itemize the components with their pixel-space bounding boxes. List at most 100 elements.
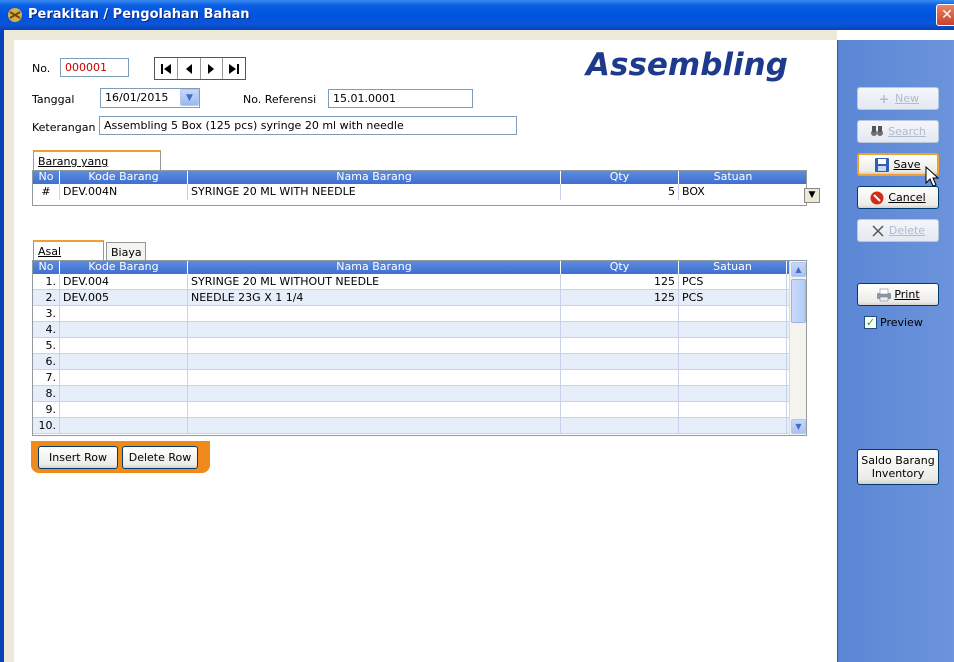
prev-record-icon[interactable]	[178, 58, 201, 79]
noref-field[interactable]: 15.01.0001	[328, 89, 473, 108]
cell-qty[interactable]	[561, 354, 679, 369]
table-row[interactable]: 2. DEV.005 NEEDLE 23G X 1 1/4 125 PCS	[33, 290, 791, 306]
cell-nama[interactable]: NEEDLE 23G X 1 1/4	[188, 290, 561, 305]
scroll-down-icon[interactable]: ▼	[791, 419, 806, 434]
cell-qty[interactable]: 125	[561, 274, 679, 289]
grid-scrollbar[interactable]: ▲ ▼	[789, 261, 806, 435]
table-row[interactable]: 7.	[33, 370, 791, 386]
cell-satuan[interactable]: PCS	[679, 290, 787, 305]
cell-kode[interactable]	[60, 370, 188, 385]
cell-qty[interactable]	[561, 338, 679, 353]
no-field[interactable]: 000001	[60, 58, 129, 77]
cell-satuan[interactable]: BOX	[679, 184, 787, 200]
col-qty[interactable]: Qty	[561, 171, 679, 184]
cell-satuan[interactable]	[679, 386, 787, 401]
cell-qty[interactable]	[561, 402, 679, 417]
saldo-barang-inventory-button[interactable]: Saldo Barang Inventory	[857, 449, 939, 485]
tab-asal-barang[interactable]: Asal Barang	[33, 240, 104, 271]
cell-kode[interactable]: DEV.004	[60, 274, 188, 289]
cell-kode[interactable]	[60, 418, 188, 433]
table-row[interactable]: 3.	[33, 306, 791, 322]
cell-nama[interactable]: SYRINGE 20 ML WITHOUT NEEDLE	[188, 274, 561, 289]
cell-kode[interactable]: DEV.004N	[60, 184, 188, 200]
cell-nama[interactable]	[188, 386, 561, 401]
cell-kode[interactable]: DEV.005	[60, 290, 188, 305]
col-satuan[interactable]: Satuan	[679, 171, 787, 184]
scroll-up-icon[interactable]: ▲	[791, 262, 806, 277]
cell-kode[interactable]	[60, 306, 188, 321]
x-icon	[871, 224, 885, 238]
cell-qty[interactable]: 5	[561, 184, 679, 200]
delete-button[interactable]: Delete	[857, 219, 939, 242]
cell-satuan[interactable]	[679, 338, 787, 353]
delete-row-button[interactable]: Delete Row	[122, 446, 198, 469]
cell-satuan[interactable]	[679, 370, 787, 385]
cell-satuan[interactable]	[679, 418, 787, 433]
cell-nama[interactable]	[188, 418, 561, 433]
table-row[interactable]: 6.	[33, 354, 791, 370]
cell-no: #	[33, 184, 60, 200]
cancel-button[interactable]: Cancel	[857, 186, 939, 209]
satuan-dropdown-icon[interactable]: ▼	[804, 188, 820, 203]
cell-qty[interactable]	[561, 322, 679, 337]
cell-nama[interactable]	[188, 354, 561, 369]
search-label: Search	[888, 125, 926, 138]
table-row[interactable]: 1. DEV.004 SYRINGE 20 ML WITHOUT NEEDLE 125…	[33, 274, 791, 290]
col-kode[interactable]: Kode Barang	[60, 261, 188, 274]
close-icon[interactable]: ✕	[936, 4, 954, 26]
last-record-icon[interactable]	[223, 58, 245, 79]
cell-nama[interactable]	[188, 370, 561, 385]
next-record-icon[interactable]	[201, 58, 224, 79]
table-row[interactable]: # DEV.004N SYRINGE 20 ML WITH NEEDLE 5 B…	[33, 184, 806, 200]
cell-kode[interactable]	[60, 402, 188, 417]
table-row[interactable]: 4.	[33, 322, 791, 338]
cell-qty[interactable]	[561, 386, 679, 401]
cell-kode[interactable]	[60, 354, 188, 369]
print-button[interactable]: Print	[857, 283, 939, 306]
cell-nama[interactable]	[188, 322, 561, 337]
tab-barang-dihasilkan[interactable]: Barang yang dihasilkan	[33, 150, 161, 181]
result-grid: No Kode Barang Nama Barang Qty Satuan # …	[32, 170, 820, 206]
new-button[interactable]: + New	[857, 87, 939, 110]
cell-kode[interactable]	[60, 386, 188, 401]
col-kode[interactable]: Kode Barang	[60, 171, 188, 184]
cell-qty[interactable]: 125	[561, 290, 679, 305]
cell-satuan[interactable]: PCS	[679, 274, 787, 289]
keterangan-label: Keterangan	[32, 121, 96, 134]
date-dropdown-icon[interactable]: ▼	[180, 89, 199, 106]
cell-no: 10.	[33, 418, 60, 433]
mouse-cursor-icon	[925, 166, 940, 187]
cell-qty[interactable]	[561, 370, 679, 385]
cell-satuan[interactable]	[679, 306, 787, 321]
cell-kode[interactable]	[60, 338, 188, 353]
preview-checkbox[interactable]: ✓	[864, 316, 877, 329]
page-heading: Assembling	[586, 47, 788, 83]
table-row[interactable]: 5.	[33, 338, 791, 354]
col-nama[interactable]: Nama Barang	[188, 261, 561, 274]
col-satuan[interactable]: Satuan	[679, 261, 787, 274]
first-record-icon[interactable]	[155, 58, 178, 79]
table-row[interactable]: 10.	[33, 418, 791, 434]
col-no[interactable]: No	[33, 171, 60, 184]
col-nama[interactable]: Nama Barang	[188, 171, 561, 184]
table-row[interactable]: 9.	[33, 402, 791, 418]
cell-nama[interactable]: SYRINGE 20 ML WITH NEEDLE	[188, 184, 561, 200]
plus-icon: +	[878, 91, 890, 106]
cell-nama[interactable]	[188, 338, 561, 353]
col-qty[interactable]: Qty	[561, 261, 679, 274]
cell-satuan[interactable]	[679, 402, 787, 417]
cell-nama[interactable]	[188, 306, 561, 321]
tab-biaya[interactable]: Biaya	[106, 242, 146, 260]
cell-satuan[interactable]	[679, 322, 787, 337]
col-no[interactable]: No	[33, 261, 60, 274]
search-button[interactable]: Search	[857, 120, 939, 143]
table-row[interactable]: 8.	[33, 386, 791, 402]
scroll-thumb[interactable]	[791, 279, 806, 323]
insert-row-button[interactable]: Insert Row	[38, 446, 118, 469]
keterangan-field[interactable]: Assembling 5 Box (125 pcs) syringe 20 ml…	[99, 116, 517, 135]
cell-satuan[interactable]	[679, 354, 787, 369]
cell-qty[interactable]	[561, 418, 679, 433]
cell-qty[interactable]	[561, 306, 679, 321]
cell-kode[interactable]	[60, 322, 188, 337]
cell-nama[interactable]	[188, 402, 561, 417]
